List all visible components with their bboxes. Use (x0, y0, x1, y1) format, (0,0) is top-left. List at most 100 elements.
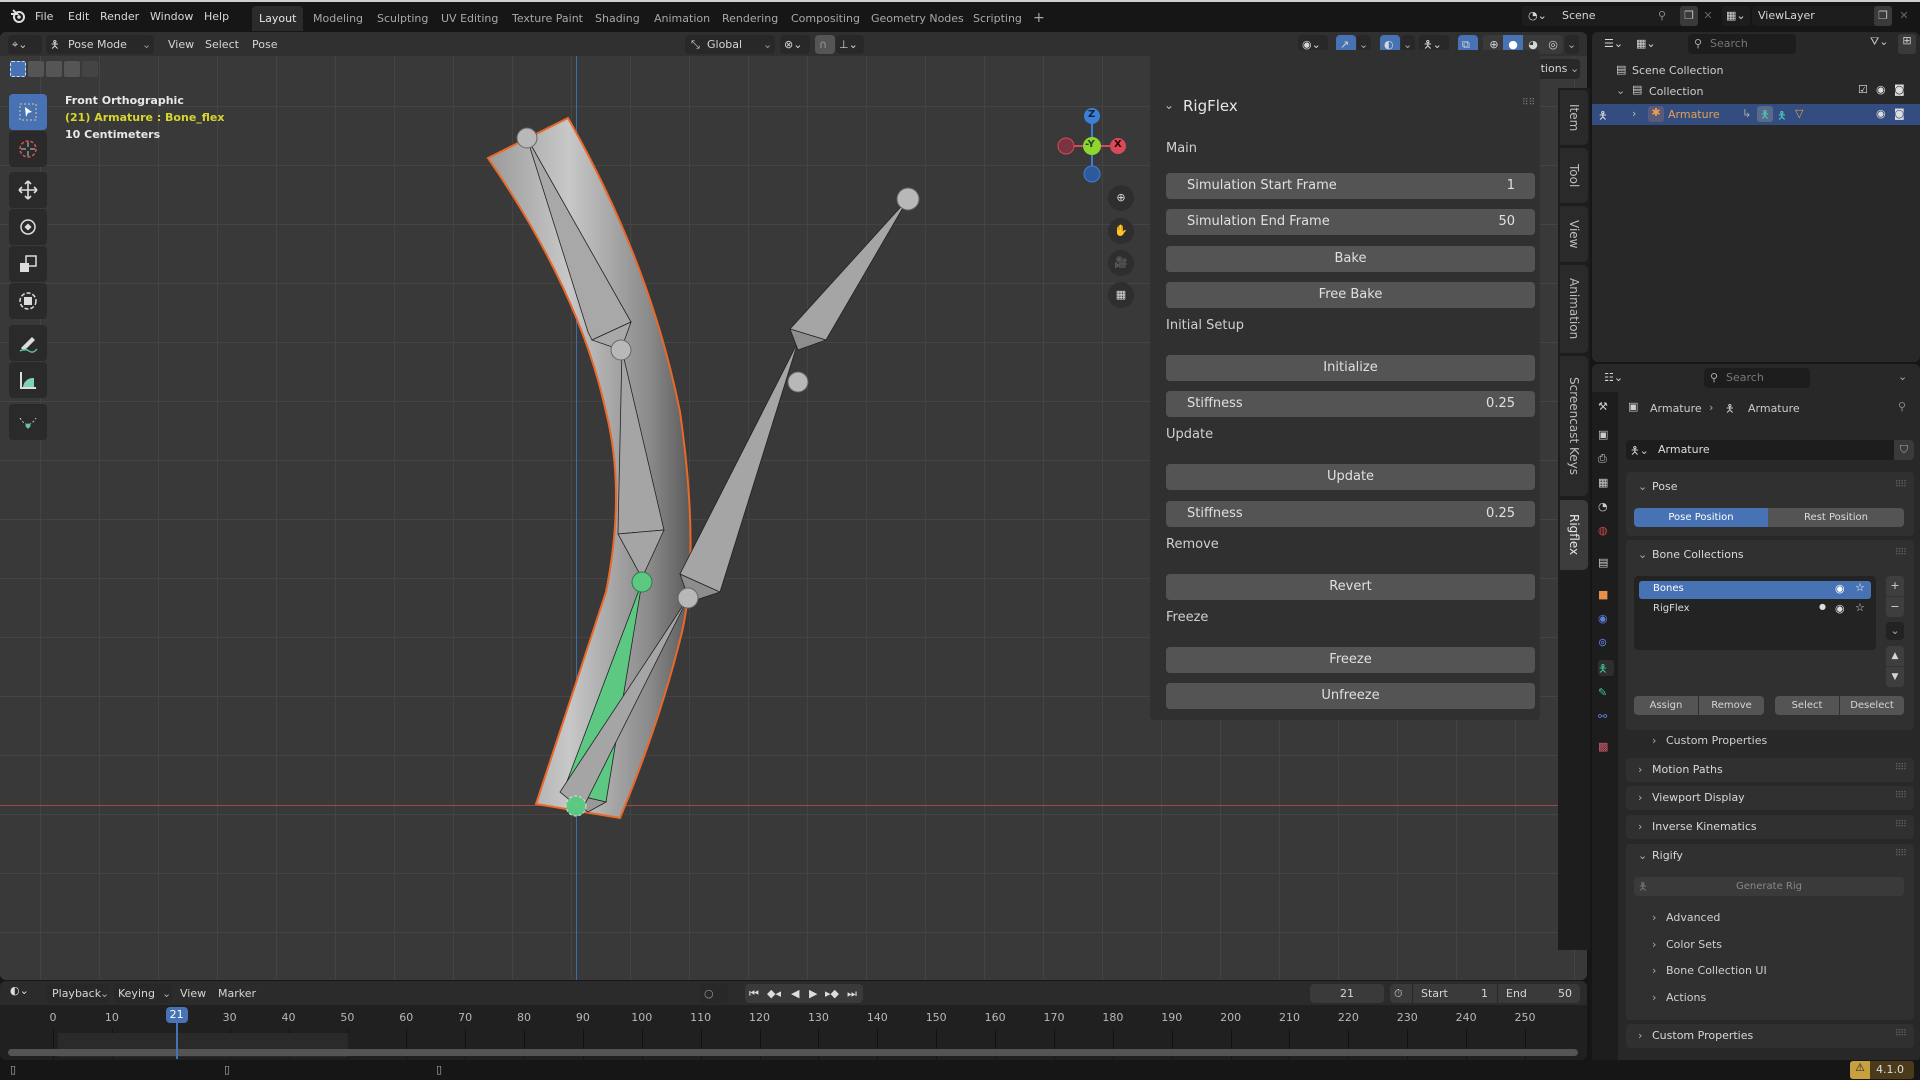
outliner-filter-view[interactable]: ▦⌄ (1632, 34, 1660, 54)
armature-data-tab-icon[interactable]: 🯅 (1598, 660, 1614, 676)
tab-animation[interactable]: Animation (647, 6, 717, 31)
play-reverse-icon[interactable]: ◀ (791, 984, 799, 1003)
armature-mesh[interactable] (0, 32, 1150, 980)
duplicate-scene-icon[interactable]: ❐ (1680, 6, 1698, 26)
unfreeze-button[interactable]: Unfreeze (1166, 683, 1535, 709)
sim-end-frame-field[interactable]: Simulation End Frame 50 (1166, 209, 1535, 235)
start-frame-field[interactable]: Start 1 (1412, 984, 1496, 1003)
zoom-icon[interactable]: ⊕ (1108, 185, 1134, 211)
menu-window[interactable]: Window (150, 10, 193, 23)
visibility-eye-icon[interactable]: ◉ (1876, 83, 1886, 96)
update-button[interactable]: Update (1166, 464, 1535, 490)
render-tab-icon[interactable]: ▣ (1598, 428, 1614, 444)
free-bake-button[interactable]: Free Bake (1166, 282, 1535, 308)
output-tab-icon[interactable]: ⎙ (1598, 452, 1614, 468)
jump-start-icon[interactable]: ⏮ (749, 984, 759, 1003)
delete-view-layer-icon[interactable]: ✕ (1896, 6, 1912, 26)
navigation-gizmo[interactable]: Z -Y X (1052, 104, 1132, 184)
view-layer-field[interactable]: ViewLayer (1752, 6, 1882, 26)
expand-chevron-icon[interactable]: › (1632, 107, 1636, 120)
sidebar-tab-animation[interactable]: Animation (1560, 265, 1588, 353)
menu-help[interactable]: Help (204, 10, 229, 23)
chevron-down-icon[interactable]: ⌄ (1898, 370, 1907, 383)
auto-keying-toggle[interactable]: ○ (700, 984, 728, 1003)
drag-grip-icon[interactable]: ⠿⠿ (1895, 548, 1907, 558)
tab-sculpting[interactable]: Sculpting (370, 6, 435, 31)
menu-edit[interactable]: Edit (68, 10, 89, 23)
generate-rig-button[interactable]: 🯅 Generate Rig (1634, 877, 1904, 896)
assign-button[interactable]: Assign (1634, 696, 1698, 715)
prev-keyframe-icon[interactable]: ◆◂ (767, 984, 781, 1003)
bone-collections-custom-properties[interactable]: › Custom Properties (1652, 734, 1767, 747)
panel-collapse-chevron-icon[interactable]: ⌄ (1164, 98, 1174, 112)
visibility-eye-icon[interactable]: ◉ (1835, 582, 1845, 595)
rigify-advanced[interactable]: › Advanced (1652, 911, 1720, 924)
new-collection-icon[interactable]: ⊞ (1898, 34, 1916, 54)
sidebar-tab-item[interactable]: Item (1560, 90, 1588, 145)
collection-tab-icon[interactable]: ▤ (1598, 556, 1614, 572)
sidebar-tab-rigflex[interactable]: Rigflex (1560, 500, 1588, 570)
tab-scripting[interactable]: Scripting (966, 6, 1029, 31)
scene-collection-label[interactable]: Scene Collection (1632, 64, 1723, 77)
initial-stiffness-field[interactable]: Stiffness 0.25 (1166, 391, 1535, 417)
current-frame-field[interactable]: 21 (1310, 984, 1384, 1003)
revert-button[interactable]: Revert (1166, 574, 1535, 600)
ortho-grid-icon[interactable]: ▦ (1108, 282, 1134, 308)
object-tab-icon[interactable]: ■ (1598, 588, 1614, 604)
stopwatch-icon[interactable]: ⏱ (1394, 984, 1403, 1003)
expand-collection-chevron-icon[interactable]: ⌄ (1616, 84, 1625, 97)
tab-modeling[interactable]: Modeling (306, 6, 370, 31)
sidebar-tab-screencast-keys[interactable]: Screencast Keys (1560, 356, 1588, 496)
pose-position-button[interactable]: Pose Position (1634, 508, 1768, 527)
solo-star-icon[interactable]: ☆ (1855, 581, 1865, 594)
move-down-button[interactable]: ▼ (1886, 667, 1904, 687)
bone-collections-header[interactable]: ⌄ Bone Collections (1638, 548, 1744, 561)
solo-star-icon[interactable]: ☆ (1855, 601, 1865, 614)
tab-shading[interactable]: Shading (588, 6, 647, 31)
inverse-kinematics-panel[interactable]: › Inverse Kinematics ⠿⠿ (1626, 815, 1914, 839)
end-frame-field[interactable]: End 50 (1497, 984, 1580, 1003)
outliner-row-armature[interactable]: 🯅 › ✱ Armature ↳ 🯅 🯅 ▽ ◉ ◙ (1592, 104, 1920, 125)
sidebar-tab-tool[interactable]: Tool (1560, 148, 1588, 203)
render-camera-icon[interactable]: ◙ (1894, 107, 1905, 120)
bake-button[interactable]: Bake (1166, 246, 1535, 272)
tab-rendering[interactable]: Rendering (715, 6, 785, 31)
custom-properties-panel[interactable]: › Custom Properties ⠿⠿ (1626, 1024, 1914, 1048)
view-layer-type-button[interactable]: ▦⌄ (1722, 6, 1750, 26)
delete-scene-icon[interactable]: ✕ (1700, 6, 1716, 26)
specials-menu-button[interactable]: ⌄ (1886, 622, 1904, 640)
jump-end-icon[interactable]: ⏭ (847, 984, 857, 1003)
outliner-search[interactable]: ⚲ Search (1688, 34, 1796, 54)
bone-constraints-tab-icon[interactable]: ⚯ (1598, 710, 1614, 726)
drag-grip-icon[interactable]: ⠿⠿ (1895, 480, 1907, 490)
constraints-tab-icon[interactable]: ⊚ (1598, 636, 1614, 652)
bone-collection-item-bones[interactable]: Bones ◉ ☆ (1639, 581, 1871, 599)
timeline-view-menu[interactable]: View (180, 984, 206, 1003)
version-badge[interactable]: ⚠ 4.1.0 (1850, 1061, 1914, 1079)
pose-icon[interactable]: 🯅 (1777, 107, 1787, 126)
pose-panel-header[interactable]: ⌄ Pose (1638, 480, 1677, 493)
initialize-button[interactable]: Initialize (1166, 355, 1535, 381)
shading-dropdown[interactable]: ⌄ (1565, 35, 1579, 54)
freeze-button[interactable]: Freeze (1166, 647, 1535, 673)
fake-user-shield-icon[interactable]: ⛉ (1894, 440, 1914, 460)
bone-tab-icon[interactable]: ✎ (1598, 686, 1614, 702)
rigflex-title[interactable]: RigFlex (1183, 97, 1238, 115)
rendered-shading-icon[interactable]: ◎ (1543, 35, 1563, 54)
timeline-editor-icon[interactable]: ◐⌄ (10, 984, 29, 997)
camera-view-icon[interactable]: 🎥 (1108, 250, 1134, 276)
keying-menu[interactable]: Keying ⌄ (114, 984, 172, 1003)
playhead[interactable]: 21 (165, 1007, 188, 1059)
sim-start-frame-field[interactable]: Simulation Start Frame 1 (1166, 173, 1535, 199)
properties-editor-type[interactable]: ☷⌄ (1600, 368, 1630, 388)
tool-tab-icon[interactable]: ⚒ (1598, 400, 1614, 416)
modifier-icon[interactable]: ▽ (1795, 107, 1803, 120)
pin-icon[interactable]: ⚲ (1658, 6, 1666, 26)
blender-logo-icon[interactable] (10, 8, 26, 24)
duplicate-view-layer-icon[interactable]: ❐ (1874, 6, 1892, 26)
motion-paths-panel[interactable]: › Motion Paths ⠿⠿ (1626, 758, 1914, 782)
remove-button[interactable]: Remove (1699, 696, 1764, 715)
armature-data-icon[interactable]: 🯅 (1757, 106, 1773, 122)
armature-datablock-field[interactable]: 🯅⌄ Armature ⛉ (1626, 440, 1914, 460)
remove-collection-button[interactable]: − (1886, 597, 1904, 617)
